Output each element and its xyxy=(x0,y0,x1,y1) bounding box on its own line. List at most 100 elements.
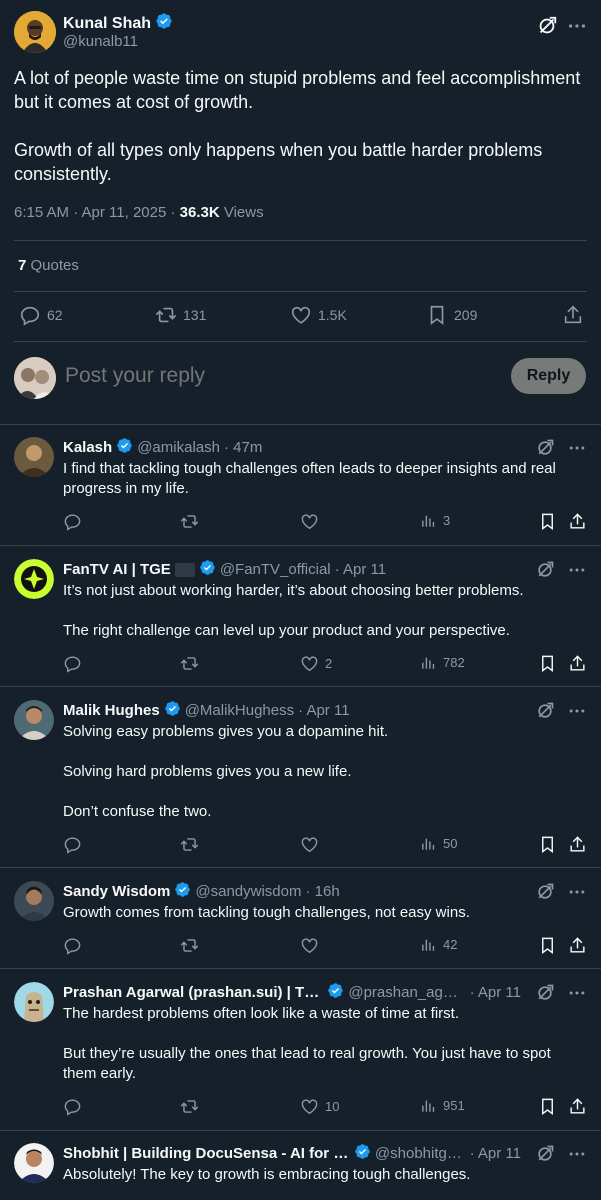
reply-top-icons xyxy=(535,701,587,721)
reply-author-handle[interactable]: @shobhitgu... xyxy=(375,1145,466,1162)
reply-text: I find that tackling tough challenges of… xyxy=(63,459,588,499)
like-icon xyxy=(300,835,319,854)
grok-icon[interactable] xyxy=(536,15,558,37)
author-handle[interactable]: @kunalb11 xyxy=(63,33,138,50)
like-icon xyxy=(300,1097,319,1116)
retweet-button[interactable] xyxy=(180,936,199,955)
reply-time[interactable]: · Apr 11 xyxy=(335,561,386,578)
author-avatar[interactable] xyxy=(14,11,56,53)
more-icon[interactable] xyxy=(566,15,588,37)
reply-time[interactable]: · Apr 11 xyxy=(470,1145,521,1162)
like-button[interactable] xyxy=(300,936,325,955)
reply-author-handle[interactable]: @amikalash xyxy=(137,439,220,456)
reply-avatar[interactable] xyxy=(14,881,54,921)
retweet-button[interactable] xyxy=(180,512,199,531)
reply-author-handle[interactable]: @prashan_agar... xyxy=(348,984,465,1001)
retweet-button[interactable]: 131 xyxy=(155,304,206,326)
author-name-row[interactable]: Kunal Shah xyxy=(63,12,173,35)
grok-icon[interactable] xyxy=(535,438,555,458)
reply-button[interactable] xyxy=(63,936,82,955)
grok-icon[interactable] xyxy=(535,560,555,580)
reply-author-name[interactable]: Malik Hughes xyxy=(63,702,160,719)
retweet-button[interactable] xyxy=(180,835,199,854)
reply-button[interactable] xyxy=(63,512,82,531)
bookmark-button[interactable] xyxy=(538,835,557,854)
reply-time[interactable]: · 47m xyxy=(224,439,262,456)
more-icon[interactable] xyxy=(567,1144,587,1164)
like-button[interactable] xyxy=(300,512,325,531)
reply-button[interactable] xyxy=(63,1097,82,1116)
grok-icon[interactable] xyxy=(535,701,555,721)
reply-avatar[interactable] xyxy=(14,1143,54,1183)
reply-button[interactable] xyxy=(63,835,82,854)
reply-avatar[interactable] xyxy=(14,982,54,1022)
reply-submit-button[interactable]: Reply xyxy=(511,358,586,394)
more-icon[interactable] xyxy=(567,983,587,1003)
grok-icon[interactable] xyxy=(535,983,555,1003)
like-button[interactable]: 10 xyxy=(300,1097,339,1116)
views-button[interactable]: 50 xyxy=(420,835,457,852)
reply-author-handle[interactable]: @MalikHughess xyxy=(185,702,294,719)
reply-time[interactable]: · Apr 11 xyxy=(298,702,349,719)
reply-author-name[interactable]: FanTV AI | TGE xyxy=(63,561,171,578)
reply-top-icons xyxy=(535,882,587,902)
reply-input[interactable] xyxy=(65,364,465,388)
share-button[interactable] xyxy=(568,936,587,955)
more-icon[interactable] xyxy=(567,560,587,580)
views-button[interactable]: 782 xyxy=(420,654,465,671)
reply-avatar[interactable] xyxy=(14,437,54,477)
reply-action-bar: 10 951 xyxy=(0,1097,601,1117)
more-icon[interactable] xyxy=(567,882,587,902)
grok-icon[interactable] xyxy=(535,1144,555,1164)
reply-author-name[interactable]: Shobhit | Building DocuSensa - AI for D.… xyxy=(63,1145,350,1162)
views-button[interactable]: 3 xyxy=(420,512,450,529)
bookmark-button[interactable]: 209 xyxy=(426,304,477,326)
reply-author-name[interactable]: Kalash xyxy=(63,439,112,456)
like-button[interactable]: 2 xyxy=(300,654,332,673)
bookmark-button[interactable] xyxy=(538,654,557,673)
bookmark-button[interactable] xyxy=(538,936,557,955)
quotes-link[interactable]: 7 Quotes xyxy=(18,257,79,274)
views-button[interactable]: 42 xyxy=(420,936,457,953)
tweet-action-bar: 62 131 1.5K 209 xyxy=(0,304,601,328)
share-button[interactable] xyxy=(568,512,587,531)
reply-tweet[interactable]: Malik Hughes @MalikHughess · Apr 11 Solv… xyxy=(0,687,601,867)
reply-time[interactable]: · 16h xyxy=(306,883,340,900)
reply-author-handle[interactable]: @FanTV_official xyxy=(220,561,331,578)
reply-tweet[interactable]: Kalash @amikalash · 47m I find that tack… xyxy=(0,424,601,545)
reply-tweet[interactable]: Shobhit | Building DocuSensa - AI for D.… xyxy=(0,1130,601,1200)
reply-time[interactable]: · Apr 11 xyxy=(470,984,521,1001)
reply-button[interactable]: 62 xyxy=(19,304,63,326)
reply-tweet[interactable]: Sandy Wisdom @sandywisdom · 16h Growth c… xyxy=(0,868,601,968)
reply-tweet[interactable]: FanTV AI | TGE @FanTV_official · Apr 11 … xyxy=(0,546,601,686)
retweet-button[interactable] xyxy=(180,1097,199,1116)
reply-paragraph: Solving easy problems gives you a dopami… xyxy=(63,723,389,740)
share-button[interactable] xyxy=(562,304,584,326)
reply-author-handle[interactable]: @sandywisdom xyxy=(195,883,301,900)
bookmark-button[interactable] xyxy=(538,1097,557,1116)
reply-avatar[interactable] xyxy=(14,559,54,599)
bookmark-button[interactable] xyxy=(538,512,557,531)
reply-author-name[interactable]: Sandy Wisdom xyxy=(63,883,170,900)
reply-icon xyxy=(63,1097,82,1116)
reply-author-name[interactable]: Prashan Agarwal (prashan.sui) | TG... xyxy=(63,984,323,1001)
tweet-timestamp[interactable]: 6:15 AM · Apr 11, 2025 · xyxy=(14,204,180,221)
reply-paragraph: But they’re usually the ones that lead t… xyxy=(63,1045,551,1082)
bookmark-icon xyxy=(538,654,557,673)
share-button[interactable] xyxy=(568,1097,587,1116)
author-name[interactable]: Kunal Shah xyxy=(63,15,151,33)
like-button[interactable] xyxy=(300,835,325,854)
reply-button[interactable] xyxy=(63,654,82,673)
reply-top-icons xyxy=(535,1144,587,1164)
more-icon[interactable] xyxy=(567,438,587,458)
share-button[interactable] xyxy=(568,654,587,673)
more-icon[interactable] xyxy=(567,701,587,721)
share-button[interactable] xyxy=(568,835,587,854)
retweet-button[interactable] xyxy=(180,654,199,673)
grok-icon[interactable] xyxy=(535,882,555,902)
like-button[interactable]: 1.5K xyxy=(290,304,347,326)
reply-avatar[interactable] xyxy=(14,700,54,740)
views-button[interactable]: 951 xyxy=(420,1097,465,1114)
reply-tweet[interactable]: Prashan Agarwal (prashan.sui) | TG... @p… xyxy=(0,969,601,1129)
user-avatar[interactable] xyxy=(14,357,56,399)
